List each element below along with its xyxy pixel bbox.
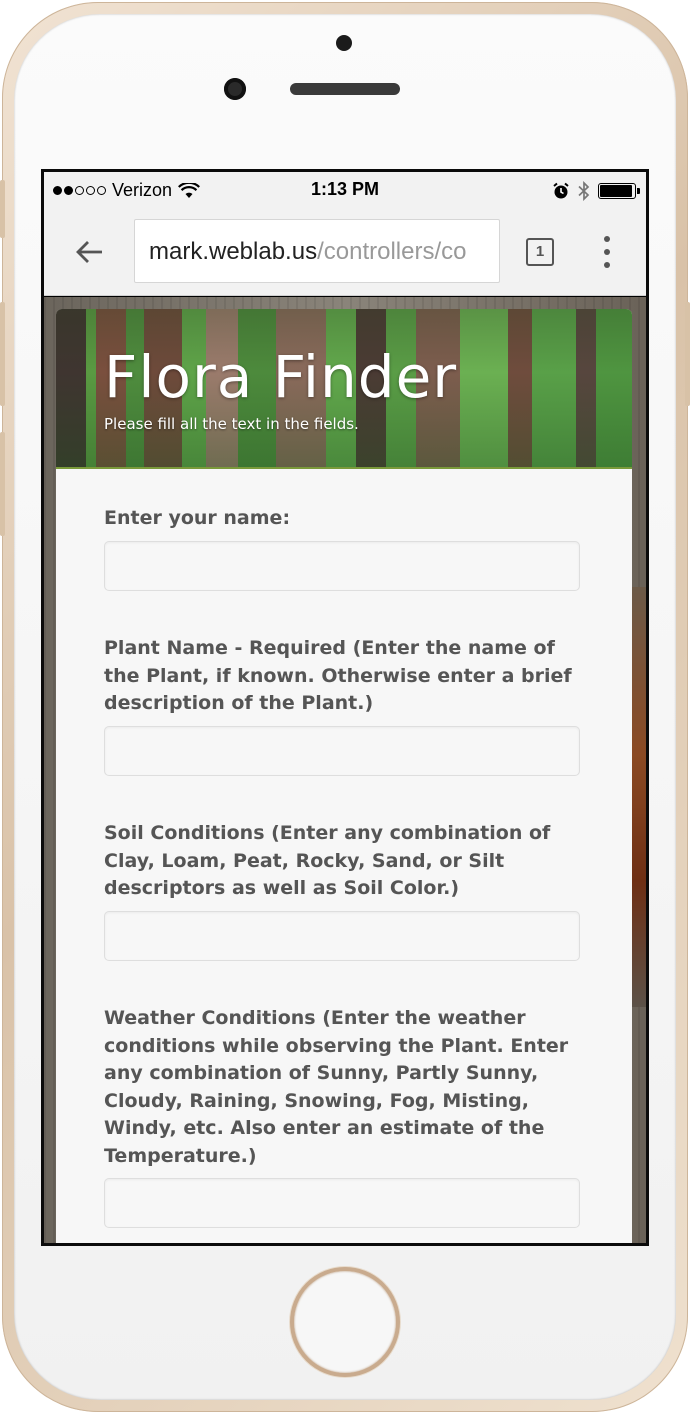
soil-conditions-input[interactable] bbox=[104, 910, 580, 961]
volume-up-button bbox=[0, 302, 5, 406]
web-page: Flora Finder Please fill all the text in… bbox=[44, 297, 646, 1243]
weather-conditions-input[interactable] bbox=[104, 1178, 580, 1228]
bluetooth-icon bbox=[578, 181, 590, 201]
name-field-group: Enter your name: bbox=[104, 505, 580, 591]
weather-conditions-label: Weather Conditions (Enter the weather co… bbox=[104, 1007, 569, 1167]
url-path: /controllers/co bbox=[317, 238, 467, 265]
weather-conditions-field-group: Weather Conditions (Enter the weather co… bbox=[104, 1005, 580, 1228]
page-subtitle: Please fill all the text in the fields. bbox=[104, 415, 359, 433]
alarm-icon bbox=[553, 182, 569, 199]
soil-conditions-label: Soil Conditions (Enter any combination o… bbox=[104, 822, 551, 899]
browser-toolbar: mark.weblab.us/controllers/co 1 bbox=[44, 208, 646, 296]
hero-banner: Flora Finder Please fill all the text in… bbox=[56, 309, 632, 469]
status-bar: Verizon 1:13 PM bbox=[44, 172, 646, 208]
phone-screen: Verizon 1:13 PM mark.weblab.us/controlle… bbox=[41, 169, 649, 1246]
proximity-sensor bbox=[336, 35, 352, 51]
plant-name-input[interactable] bbox=[104, 725, 580, 776]
name-input[interactable] bbox=[104, 540, 580, 591]
page-title: Flora Finder bbox=[104, 343, 458, 411]
power-button bbox=[685, 302, 690, 406]
back-arrow-icon bbox=[76, 241, 102, 263]
plant-name-field-group: Plant Name - Required (Enter the name of… bbox=[104, 635, 580, 776]
back-button[interactable] bbox=[72, 234, 108, 270]
volume-down-button bbox=[0, 432, 5, 536]
soil-conditions-field-group: Soil Conditions (Enter any combination o… bbox=[104, 820, 580, 961]
address-bar[interactable]: mark.weblab.us/controllers/co bbox=[134, 219, 500, 283]
mute-switch bbox=[0, 180, 5, 238]
form-card: Flora Finder Please fill all the text in… bbox=[56, 309, 632, 1243]
overflow-menu-icon[interactable] bbox=[600, 236, 614, 268]
name-label: Enter your name: bbox=[104, 507, 291, 529]
earpiece-speaker bbox=[290, 83, 400, 95]
home-button[interactable] bbox=[290, 1267, 400, 1377]
battery-icon bbox=[598, 183, 640, 199]
plant-name-label: Plant Name - Required (Enter the name of… bbox=[104, 637, 572, 714]
tab-switcher-button[interactable]: 1 bbox=[526, 238, 554, 266]
background-wood-texture bbox=[632, 587, 646, 1007]
url-host: mark.weblab.us bbox=[149, 238, 318, 265]
front-camera bbox=[224, 78, 246, 100]
